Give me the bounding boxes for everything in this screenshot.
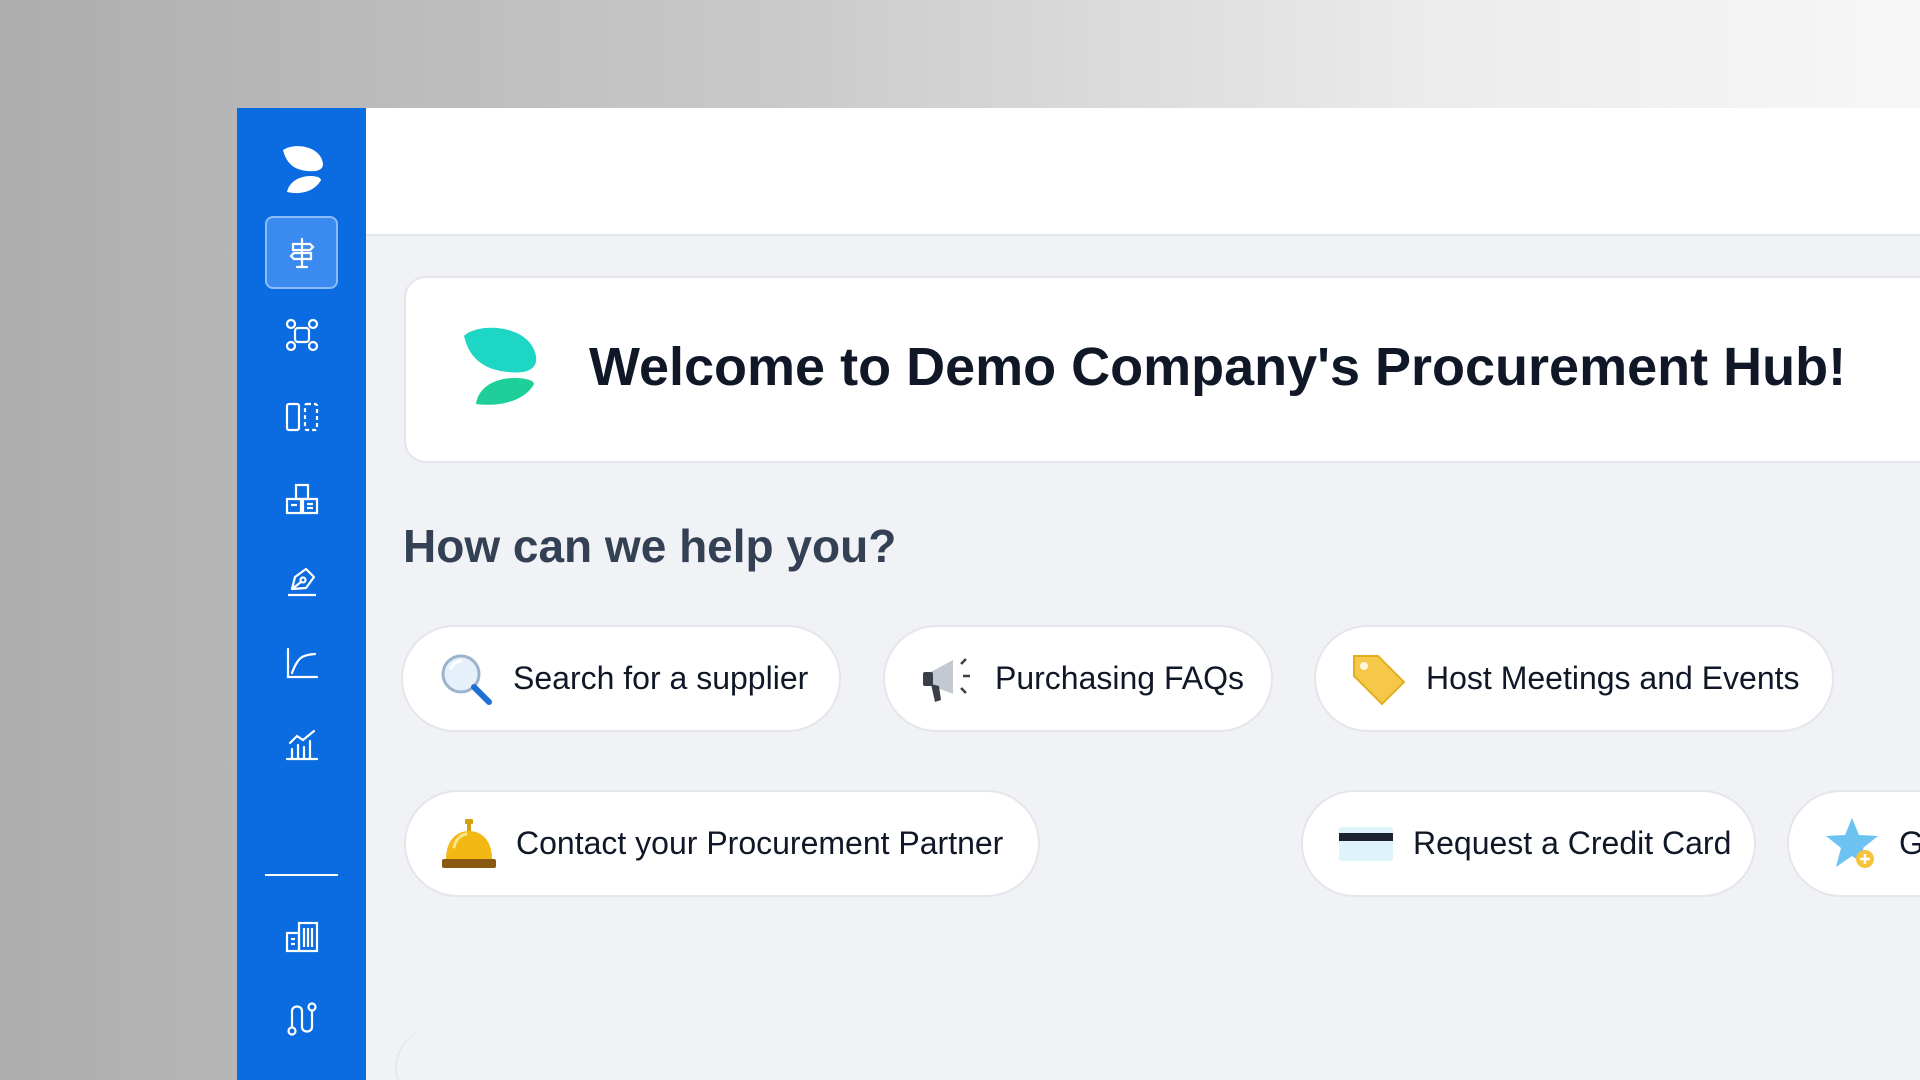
buildings-icon xyxy=(285,483,318,514)
nav-item-compare[interactable] xyxy=(265,380,338,453)
megaphone-icon xyxy=(923,657,970,702)
nav-item-suppliers[interactable] xyxy=(265,462,338,535)
workflow-route-icon xyxy=(286,1001,317,1036)
contact-partner-button[interactable]: Contact your Procurement Partner xyxy=(404,790,1040,897)
host-meetings-button[interactable]: Host Meetings and Events xyxy=(1314,625,1834,732)
brand-logo-icon xyxy=(464,327,537,405)
pill-label: Host Meetings and Events xyxy=(1426,660,1800,696)
nav-item-workflows[interactable] xyxy=(265,982,338,1055)
pill-label: Search for a supplier xyxy=(513,660,809,696)
app-logo-icon[interactable] xyxy=(277,144,325,196)
help-heading: How can we help you? xyxy=(403,520,897,572)
top-bar xyxy=(366,108,1920,236)
pill-label: Contact your Procurement Partner xyxy=(516,825,1004,861)
sidebar xyxy=(237,108,366,1080)
nav-item-analytics[interactable] xyxy=(265,626,338,699)
credit-card-icon xyxy=(1339,826,1393,861)
pen-sign-icon xyxy=(287,567,316,596)
compare-columns-icon xyxy=(285,402,318,431)
line-chart-icon xyxy=(286,647,318,678)
pill-label: Guided Buying xyxy=(1899,825,1920,861)
request-credit-card-button[interactable]: Request a Credit Card xyxy=(1301,790,1756,897)
nav-item-contracts[interactable] xyxy=(265,544,338,617)
pill-label: Purchasing FAQs xyxy=(995,660,1244,696)
partial-action-pill xyxy=(395,1028,455,1080)
service-bell-icon xyxy=(442,818,496,868)
welcome-banner: Welcome to Demo Company's Procurement Hu… xyxy=(404,276,1920,463)
nav-item-guide[interactable] xyxy=(265,216,338,289)
nav-item-company[interactable] xyxy=(265,900,338,973)
guided-buying-button[interactable]: Guided Buying xyxy=(1787,790,1920,897)
magnifier-icon xyxy=(441,654,492,705)
sidebar-divider xyxy=(265,874,338,876)
page-title: Welcome to Demo Company's Procurement Hu… xyxy=(589,337,1847,397)
purchasing-faqs-button[interactable]: Purchasing FAQs xyxy=(883,625,1273,732)
office-building-icon xyxy=(285,921,318,952)
network-icon xyxy=(285,318,318,351)
nav-item-reports[interactable] xyxy=(265,708,338,781)
search-supplier-button[interactable]: Search for a supplier xyxy=(401,625,841,732)
pill-label: Request a Credit Card xyxy=(1413,825,1732,861)
app-window: Welcome to Demo Company's Procurement Hu… xyxy=(237,108,1920,1080)
tag-icon xyxy=(1353,654,1406,705)
bar-chart-icon xyxy=(285,729,318,760)
signpost-icon xyxy=(288,237,315,268)
star-plus-icon xyxy=(1826,817,1878,868)
nav-item-network[interactable] xyxy=(265,298,338,371)
